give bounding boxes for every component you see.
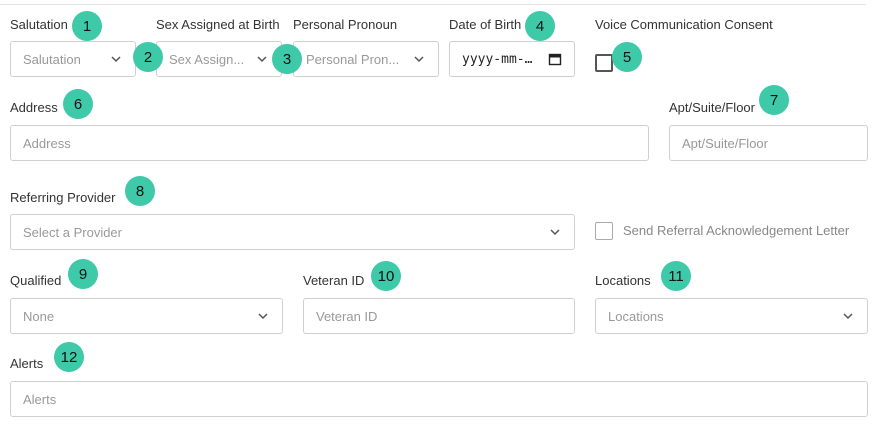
voice-consent-label: Voice Communication Consent bbox=[595, 17, 773, 32]
veteran-id-input[interactable]: Veteran ID bbox=[303, 298, 575, 334]
veteran-id-placeholder: Veteran ID bbox=[316, 308, 378, 324]
qualified-value: None bbox=[23, 308, 55, 324]
sex-assigned-select[interactable]: Sex Assign... bbox=[156, 41, 282, 77]
marker-4: 4 bbox=[525, 11, 555, 41]
salutation-select[interactable]: Salutation bbox=[10, 41, 136, 77]
marker-11: 11 bbox=[661, 261, 691, 291]
chevron-down-icon bbox=[414, 56, 424, 63]
marker-7: 7 bbox=[759, 85, 789, 115]
salutation-value: Salutation bbox=[23, 51, 81, 67]
alerts-placeholder: Alerts bbox=[23, 391, 57, 407]
address-input[interactable]: Address bbox=[10, 125, 649, 161]
marker-6: 6 bbox=[63, 89, 93, 119]
marker-8: 8 bbox=[125, 176, 155, 206]
marker-1: 1 bbox=[72, 11, 102, 41]
marker-12: 12 bbox=[54, 342, 84, 372]
sex-assigned-value: Sex Assign... bbox=[169, 51, 245, 67]
locations-select[interactable]: Locations bbox=[595, 298, 868, 334]
sex-assigned-label: Sex Assigned at Birth bbox=[156, 17, 280, 32]
marker-3: 3 bbox=[272, 44, 302, 74]
referral-letter-label: Send Referral Acknowledgement Letter bbox=[623, 223, 850, 238]
marker-10: 10 bbox=[371, 261, 401, 291]
top-divider bbox=[0, 4, 866, 5]
chevron-down-icon bbox=[257, 56, 267, 63]
marker-5: 5 bbox=[612, 42, 642, 72]
referral-letter-checkbox[interactable] bbox=[595, 222, 613, 240]
referring-provider-value: Select a Provider bbox=[23, 224, 122, 240]
dob-label: Date of Birth bbox=[449, 17, 522, 32]
salutation-label: Salutation bbox=[10, 17, 68, 32]
address-placeholder: Address bbox=[23, 135, 71, 151]
address-label: Address bbox=[10, 100, 58, 115]
pronoun-select[interactable]: Personal Pron... bbox=[293, 41, 439, 77]
referring-provider-label: Referring Provider bbox=[10, 190, 116, 205]
marker-2: 2 bbox=[133, 42, 163, 72]
qualified-label: Qualified bbox=[10, 273, 62, 288]
pronoun-value: Personal Pron... bbox=[306, 51, 400, 67]
apt-label: Apt/Suite/Floor bbox=[669, 100, 755, 115]
alerts-label: Alerts bbox=[10, 356, 44, 371]
locations-label: Locations bbox=[595, 273, 651, 288]
chevron-down-icon bbox=[843, 313, 853, 320]
voice-consent-checkbox[interactable] bbox=[595, 54, 613, 72]
chevron-down-icon bbox=[258, 313, 268, 320]
chevron-down-icon bbox=[550, 229, 560, 236]
apt-input[interactable]: Apt/Suite/Floor bbox=[669, 125, 868, 161]
alerts-input[interactable]: Alerts bbox=[10, 381, 868, 417]
referring-provider-select[interactable]: Select a Provider bbox=[10, 214, 575, 250]
apt-placeholder: Apt/Suite/Floor bbox=[682, 135, 768, 151]
veteran-id-label: Veteran ID bbox=[303, 273, 365, 288]
dob-input[interactable]: yyyy-mm-dd bbox=[449, 41, 575, 77]
calendar-icon[interactable] bbox=[548, 52, 562, 66]
dob-value: yyyy-mm-dd bbox=[462, 51, 540, 67]
qualified-select[interactable]: None bbox=[10, 298, 283, 334]
marker-9: 9 bbox=[68, 259, 98, 289]
chevron-down-icon bbox=[111, 56, 121, 63]
pronoun-label: Personal Pronoun bbox=[293, 17, 398, 32]
locations-value: Locations bbox=[608, 308, 664, 324]
